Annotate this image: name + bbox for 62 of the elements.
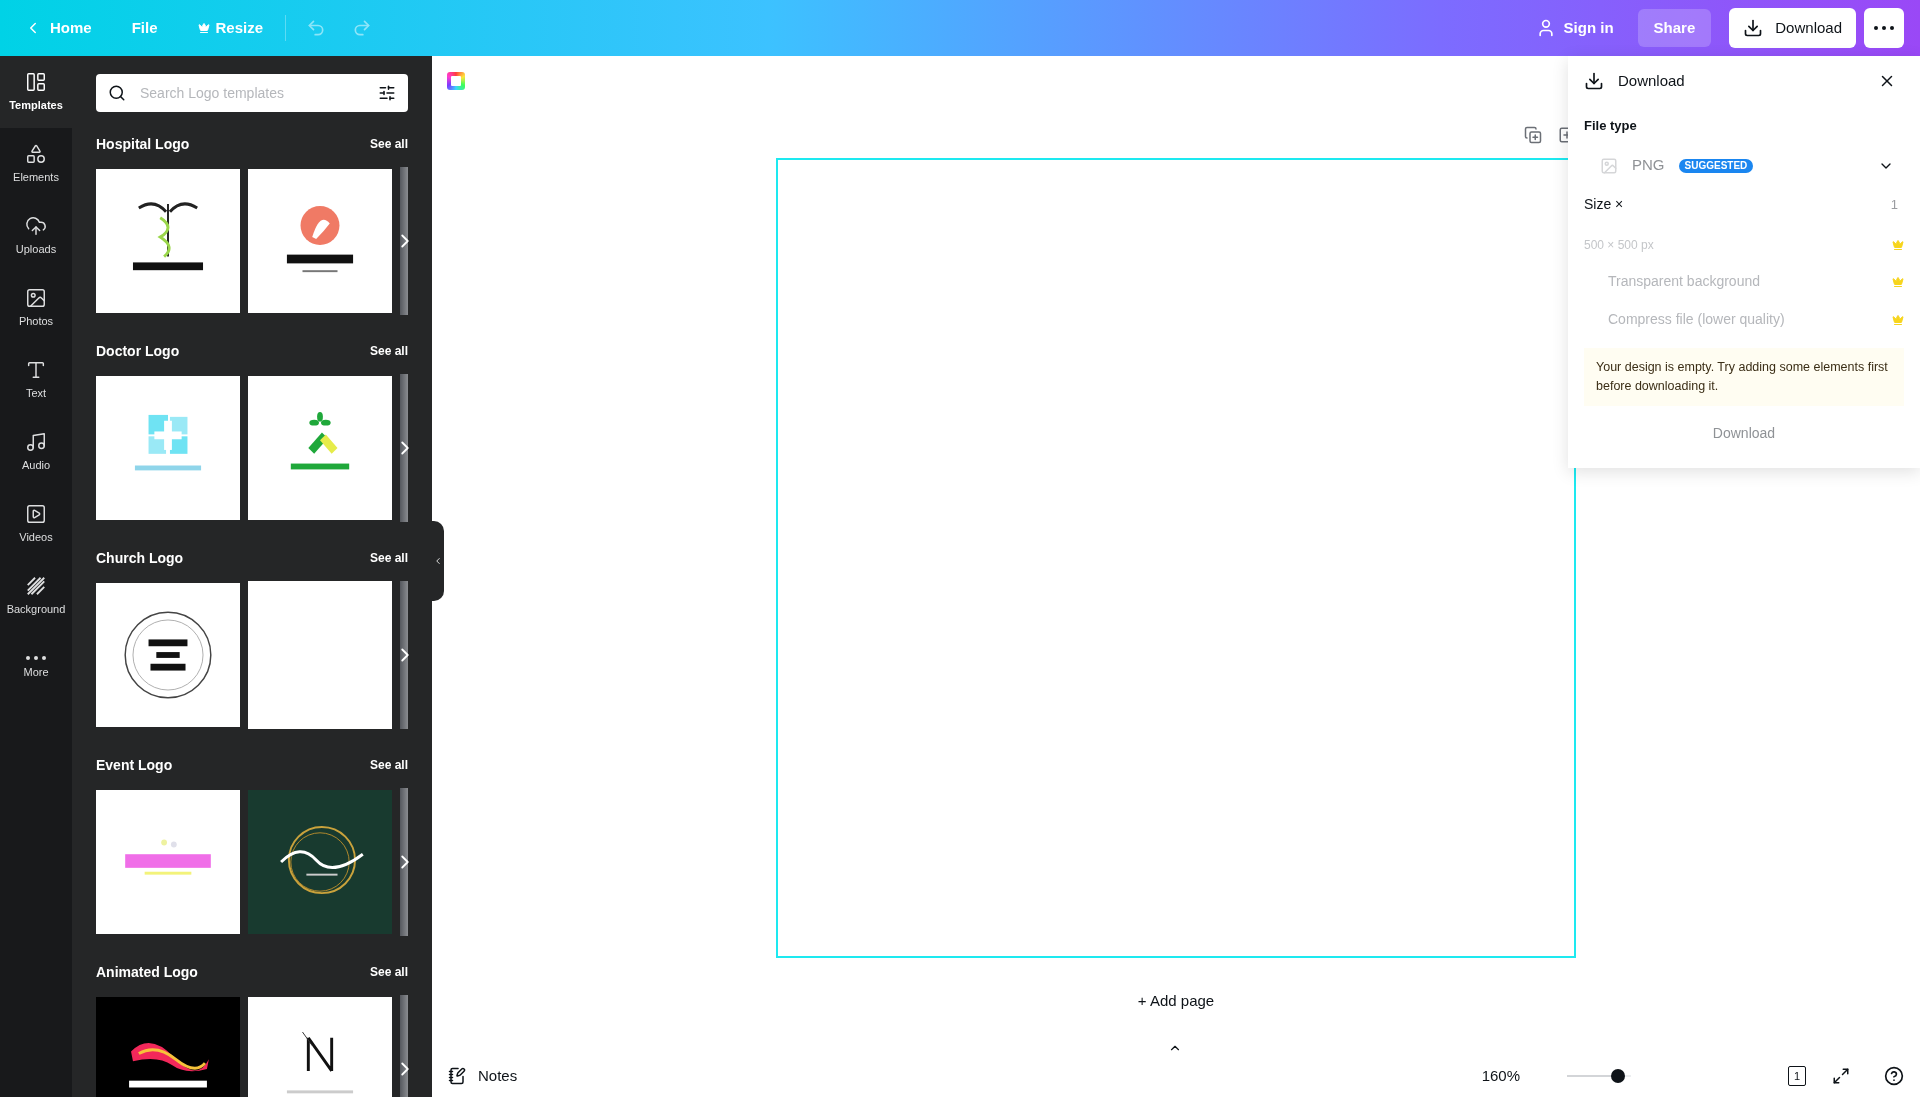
filter-icon[interactable]	[378, 84, 396, 102]
music-note-icon	[25, 430, 47, 453]
size-value: 1	[1890, 195, 1898, 214]
file-type-label: File type	[1584, 117, 1638, 135]
search-field[interactable]: Search Logo templates	[96, 74, 408, 112]
see-all-link[interactable]: See all	[369, 342, 408, 360]
notes-icon	[448, 1067, 466, 1085]
nav-item[interactable]: Audio	[0, 416, 72, 488]
nav-item[interactable]: Templates	[0, 56, 72, 128]
more-icon	[26, 655, 46, 660]
add-page-button[interactable]: + Add page	[1137, 990, 1215, 1013]
image-icon	[25, 286, 47, 309]
more-icon	[1874, 26, 1894, 30]
size-label: Size ×	[1584, 195, 1624, 214]
crown-icon	[197, 22, 210, 34]
chevron-left-icon	[433, 556, 443, 566]
cloud-upload-icon	[25, 214, 47, 237]
download-icon	[1743, 18, 1764, 38]
crown-icon	[1892, 238, 1904, 251]
collapse-handle[interactable]	[432, 521, 444, 601]
section-title: Hospital Logo	[96, 134, 190, 154]
section-title: Animated Logo	[96, 962, 198, 982]
see-all-link[interactable]: See all	[369, 963, 408, 981]
see-all-link[interactable]: See all	[369, 135, 408, 153]
search-icon	[108, 84, 126, 102]
panel-title: Download	[1618, 70, 1685, 91]
nav-item[interactable]: Elements	[0, 128, 72, 200]
file-type-dropdown[interactable]: PNG SUGGESTED	[1584, 145, 1904, 186]
sign-in-button[interactable]: Sign in	[1527, 9, 1622, 47]
see-all-link[interactable]: See all	[369, 756, 408, 774]
shapes-icon	[25, 142, 47, 165]
section-title: Event Logo	[96, 755, 173, 775]
nav-item[interactable]: More	[0, 632, 72, 704]
nav-item[interactable]: Uploads	[0, 200, 72, 272]
suggested-badge: SUGGESTED	[1678, 158, 1754, 173]
duplicate-page-icon[interactable]	[1524, 126, 1542, 144]
nav-item[interactable]: Photos	[0, 272, 72, 344]
stripes-icon	[25, 574, 47, 597]
section-title: Church Logo	[96, 548, 184, 568]
dimensions-text: 500 × 500 px	[1584, 236, 1654, 254]
video-icon	[25, 502, 47, 525]
download-icon	[1584, 71, 1604, 91]
empty-design-warning: Your design is empty. Try adding some elements first before downloading it.	[1584, 347, 1904, 406]
nav-item[interactable]: Text	[0, 344, 72, 416]
see-all-link[interactable]: See all	[369, 549, 408, 567]
notes-button[interactable]: Notes	[448, 1064, 518, 1088]
page-count-button[interactable]: 1	[1788, 1066, 1806, 1086]
image-icon	[1600, 156, 1618, 175]
download-button[interactable]: Download	[1729, 8, 1856, 48]
crown-icon	[1892, 313, 1904, 326]
crown-icon	[1892, 275, 1904, 288]
zoom-percentage: 160%	[1481, 1065, 1520, 1086]
layout-icon	[25, 70, 47, 93]
nav-item[interactable]: Videos	[0, 488, 72, 560]
section-title: Doctor Logo	[96, 341, 180, 361]
file-type-value: PNG	[1632, 155, 1665, 176]
nav-item[interactable]: Background	[0, 560, 72, 632]
help-icon[interactable]	[1884, 1066, 1904, 1086]
slider-thumb[interactable]	[1611, 1069, 1626, 1083]
fullscreen-icon[interactable]	[1832, 1067, 1850, 1085]
color-palette-icon[interactable]	[447, 72, 465, 90]
more-button[interactable]	[1864, 8, 1904, 48]
